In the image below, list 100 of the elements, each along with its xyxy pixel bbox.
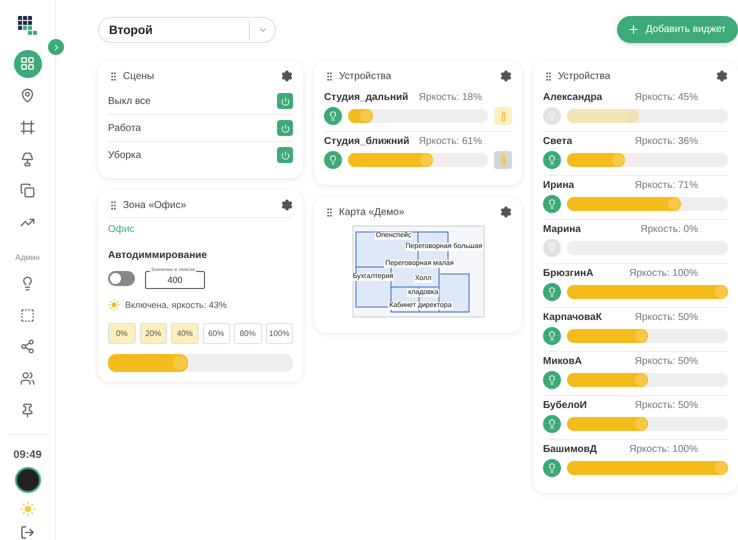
preset-button[interactable]: 60% <box>202 323 230 344</box>
lamp-icon <box>20 152 35 167</box>
device-name: МиковА <box>543 356 582 367</box>
lightbulb-icon <box>328 155 338 165</box>
copy-icon <box>20 183 35 198</box>
settings-icon[interactable] <box>500 70 512 82</box>
brightness-slider[interactable] <box>567 153 728 167</box>
brightness-reading: Яркость: 45% <box>634 92 698 103</box>
view-select[interactable]: Второй <box>98 16 276 42</box>
share-nodes-icon <box>20 339 35 354</box>
scene-name: Уборка <box>108 150 142 160</box>
brightness-reading: Яркость: 71% <box>634 180 698 191</box>
bulb-button[interactable] <box>543 327 561 345</box>
sun-icon[interactable] <box>20 501 36 518</box>
device-name: Студия_дальний <box>324 92 408 103</box>
brightness-slider[interactable] <box>567 197 728 211</box>
card-title: Зона «Офис» <box>123 200 188 210</box>
brightness-slider[interactable] <box>348 109 488 123</box>
settings-icon[interactable] <box>716 70 728 82</box>
settings-icon[interactable] <box>281 70 293 82</box>
bulb-button[interactable] <box>543 283 561 301</box>
bulb-button[interactable] <box>543 195 561 213</box>
avatar[interactable] <box>14 467 40 494</box>
brightness-slider[interactable] <box>567 329 728 343</box>
thermometer-button[interactable] <box>494 151 512 169</box>
lightbulb-icon <box>547 419 557 429</box>
device-name: Света <box>543 136 572 147</box>
drag-handle-icon[interactable] <box>108 70 119 82</box>
logo-icon <box>18 16 38 36</box>
section-label: Админ <box>15 252 40 262</box>
brightness-slider[interactable] <box>567 109 728 123</box>
nav-item[interactable] <box>14 50 42 78</box>
power-button[interactable] <box>277 147 293 163</box>
drag-handle-icon[interactable] <box>324 70 335 82</box>
dashed-square-icon <box>20 308 35 323</box>
frame-icon <box>20 120 35 135</box>
scene-name: Работа <box>108 122 141 134</box>
device-name: Ирина <box>543 180 574 191</box>
brightness-slider[interactable] <box>567 285 728 299</box>
preset-button[interactable]: 100% <box>266 323 293 344</box>
device-name: Александра <box>543 92 602 103</box>
settings-icon[interactable] <box>281 199 293 211</box>
brightness-reading: Яркость: 50% <box>634 312 698 323</box>
bulb-button[interactable] <box>543 371 561 389</box>
power-icon <box>280 124 290 132</box>
status-text: Включена, яркость: 43% <box>125 300 227 310</box>
lightbulb-icon <box>547 331 557 341</box>
drag-handle-icon[interactable] <box>543 70 554 82</box>
bulb-button[interactable] <box>543 415 561 433</box>
bulb-button[interactable] <box>324 151 342 169</box>
device-name: Марина <box>543 224 581 235</box>
preset-button[interactable]: 20% <box>140 323 167 344</box>
map-pin-icon <box>20 88 35 104</box>
preset-button[interactable]: 80% <box>234 323 262 344</box>
drag-handle-icon[interactable] <box>324 206 335 218</box>
card-title: Устройства <box>558 70 612 82</box>
preset-button[interactable]: 0% <box>108 323 136 344</box>
brightness-reading: Яркость: 100% <box>629 444 698 455</box>
brightness-slider[interactable] <box>108 354 293 372</box>
scene-name: Выкл все <box>108 96 151 106</box>
card-title: Сцены <box>123 70 156 82</box>
users-icon <box>20 371 35 386</box>
brightness-reading: Яркость: 50% <box>634 400 698 411</box>
pin-icon <box>20 403 35 418</box>
lightbulb-icon <box>547 375 557 385</box>
toggle-switch[interactable] <box>108 270 135 286</box>
lightbulb-icon <box>547 155 557 165</box>
device-name: Студия_ближний <box>324 136 410 147</box>
brightness-slider[interactable] <box>567 461 728 475</box>
device-name: КарпачоваК <box>543 312 602 323</box>
settings-icon[interactable] <box>500 206 512 218</box>
preset-button[interactable]: 40% <box>171 323 198 344</box>
card-title: Карта «Демо» <box>339 206 406 218</box>
sun-icon <box>108 299 120 311</box>
plus-icon <box>626 23 640 36</box>
grid-icon <box>20 56 35 72</box>
bulb-button[interactable] <box>543 151 561 169</box>
lightbulb-icon <box>328 111 338 121</box>
device-name: БубелоИ <box>543 400 587 411</box>
brightness-slider[interactable] <box>567 417 728 431</box>
thermometer-button[interactable] <box>494 107 512 125</box>
device-name: БашимовД <box>543 444 597 455</box>
lightbulb-icon <box>547 111 557 121</box>
power-button[interactable] <box>277 93 293 109</box>
card-title: Устройства <box>339 70 392 82</box>
logout-icon[interactable] <box>20 525 35 540</box>
lightbulb-icon <box>547 243 557 253</box>
brightness-reading: Яркость: 100% <box>629 268 698 279</box>
expand-button[interactable] <box>48 39 64 55</box>
device-name: БрюзгинА <box>543 268 594 279</box>
lightbulb-icon <box>547 287 557 297</box>
drag-handle-icon[interactable] <box>108 200 119 210</box>
brightness-reading: Яркость: 61% <box>418 136 482 147</box>
clock-time: 09:49 <box>13 449 42 462</box>
auto-dim-label: Автодиммирование <box>108 250 207 261</box>
bulb-button[interactable] <box>324 107 342 125</box>
brightness-slider[interactable] <box>348 153 488 167</box>
brightness-slider[interactable] <box>567 373 728 387</box>
bulb-button[interactable] <box>543 459 561 477</box>
power-button[interactable] <box>277 120 293 136</box>
